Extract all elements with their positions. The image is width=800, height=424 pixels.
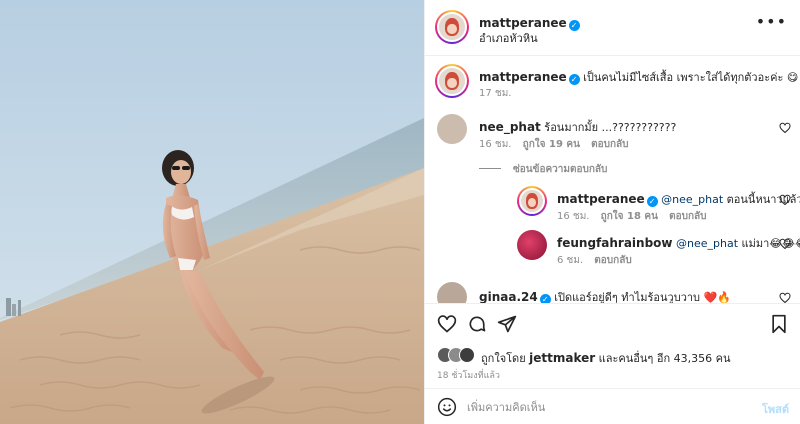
comment-composer: โพสต์ bbox=[425, 388, 800, 424]
comment-text: เปิดแอร์อยู่ดีๆ ทำไมร้อนวูบวาบ ❤️🔥 bbox=[554, 291, 731, 304]
verified-badge-icon: ✓ bbox=[646, 196, 658, 207]
caption-emoji: 😋 bbox=[786, 71, 799, 84]
comment-username[interactable]: nee_phat bbox=[479, 120, 541, 134]
instagram-post-view: mattperanee ✓ อำเภอหัวหิน ••• mattperanee… bbox=[0, 0, 800, 424]
reply-like-count[interactable]: ถูกใจ 18 คน bbox=[601, 211, 658, 222]
replies-divider bbox=[479, 168, 501, 169]
likes-text: ถูกใจโดย jettmaker และคนอื่นๆ อีก 43,356… bbox=[481, 349, 730, 367]
more-options-icon[interactable]: ••• bbox=[756, 12, 787, 31]
reply-button[interactable]: ตอบกลับ bbox=[594, 255, 631, 266]
comment-username[interactable]: ginaa.24 bbox=[479, 290, 538, 303]
reply-meta: 16 ชม. ถูกใจ 18 คน ตอบกลับ bbox=[557, 209, 707, 224]
post-timestamp[interactable]: 18 ชั่วโมงที่แล้ว bbox=[437, 368, 500, 382]
comment-row: ginaa.24 ✓ เปิดแอร์อยู่ดีๆ ทำไมร้อนวูบวาบ… bbox=[479, 288, 731, 304]
caption-text: เป็นคนไม่มีไซส์เสื้อ เพราะใส่ได้ทุกตัวอะ… bbox=[583, 71, 784, 84]
comment-meta: 16 ชม. ถูกใจ 19 คน ตอบกลับ bbox=[479, 137, 629, 152]
reply-username[interactable]: feungfahrainbow bbox=[557, 236, 673, 250]
reply-button[interactable]: ตอบกลับ bbox=[591, 139, 628, 150]
reply-row: feungfahrainbow @nee_phat แม่มา😂😂😂 bbox=[557, 234, 800, 252]
comment-time: 16 ชม. bbox=[479, 139, 512, 150]
save-bookmark-icon[interactable] bbox=[769, 314, 789, 334]
post-details-panel: mattperanee ✓ อำเภอหัวหิน ••• mattperanee… bbox=[424, 0, 800, 424]
reply-time: 16 ชม. bbox=[557, 211, 590, 222]
comment-like-count[interactable]: ถูกใจ 19 คน bbox=[523, 139, 580, 150]
caption-avatar[interactable] bbox=[435, 64, 469, 98]
caption-time: 17 ชม. bbox=[479, 88, 512, 99]
reply-time: 6 ชม. bbox=[557, 255, 584, 266]
beach-photo-image bbox=[0, 0, 424, 424]
post-photo[interactable] bbox=[0, 0, 424, 424]
reply-username[interactable]: mattperanee bbox=[557, 192, 645, 206]
comment-text: ร้อนมากมั้ย ...??????????? bbox=[544, 121, 677, 134]
like-reply-heart-icon[interactable] bbox=[779, 194, 791, 206]
author-avatar[interactable] bbox=[435, 10, 469, 44]
comment-avatar-ginaa[interactable] bbox=[437, 282, 467, 303]
share-send-icon[interactable] bbox=[497, 314, 517, 334]
hide-replies-toggle[interactable]: ซ่อนข้อความตอบกลับ bbox=[479, 162, 607, 177]
like-comment-heart-icon[interactable] bbox=[779, 122, 791, 134]
post-location[interactable]: อำเภอหัวหิน bbox=[479, 29, 538, 47]
likes-suffix[interactable]: และคนอื่นๆ อีก 43,356 คน bbox=[595, 352, 731, 365]
verified-badge-icon: ✓ bbox=[568, 20, 580, 31]
likes-user[interactable]: jettmaker bbox=[529, 351, 595, 365]
verified-badge-icon: ✓ bbox=[568, 74, 580, 85]
post-header: mattperanee ✓ อำเภอหัวหิน ••• bbox=[425, 0, 800, 56]
reply-meta: 6 ชม. ตอบกลับ bbox=[557, 253, 632, 268]
post-comment-button[interactable]: โพสต์ bbox=[762, 400, 789, 418]
comment-avatar-nee-phat[interactable] bbox=[437, 114, 467, 144]
comment-input[interactable] bbox=[467, 397, 737, 417]
author-username[interactable]: mattperanee bbox=[479, 16, 567, 30]
smiley-icon[interactable] bbox=[437, 397, 457, 417]
comments-list[interactable]: mattperanee ✓ เป็นคนไม่มีไซส์เสื้อ เพราะใ… bbox=[425, 56, 800, 304]
caption-row: mattperanee ✓ เป็นคนไม่มีไซส์เสื้อ เพราะใ… bbox=[479, 68, 798, 86]
verified-badge-icon: ✓ bbox=[539, 294, 551, 303]
reply-avatar-mattperanee[interactable] bbox=[517, 186, 547, 216]
reply-mention[interactable]: @nee_phat bbox=[661, 193, 723, 206]
reply-avatar-feungfahrainbow[interactable] bbox=[517, 230, 547, 260]
liker-avatar[interactable] bbox=[459, 347, 475, 363]
like-heart-icon[interactable] bbox=[437, 314, 457, 334]
like-reply-heart-icon[interactable] bbox=[779, 238, 791, 250]
comment-bubble-icon[interactable] bbox=[467, 314, 487, 334]
comment-row: nee_phat ร้อนมากมั้ย ...??????????? bbox=[479, 118, 676, 136]
reply-button[interactable]: ตอบกลับ bbox=[669, 211, 706, 222]
reply-row: mattperanee✓ @nee_phat ตอนนี้หนาวแล้วจ้า… bbox=[557, 190, 800, 208]
caption-username[interactable]: mattperanee bbox=[479, 70, 567, 84]
post-action-bar bbox=[425, 306, 800, 342]
like-comment-heart-icon[interactable] bbox=[779, 292, 791, 304]
reply-mention[interactable]: @nee_phat bbox=[676, 237, 738, 250]
likes-prefix: ถูกใจโดย bbox=[481, 352, 530, 365]
